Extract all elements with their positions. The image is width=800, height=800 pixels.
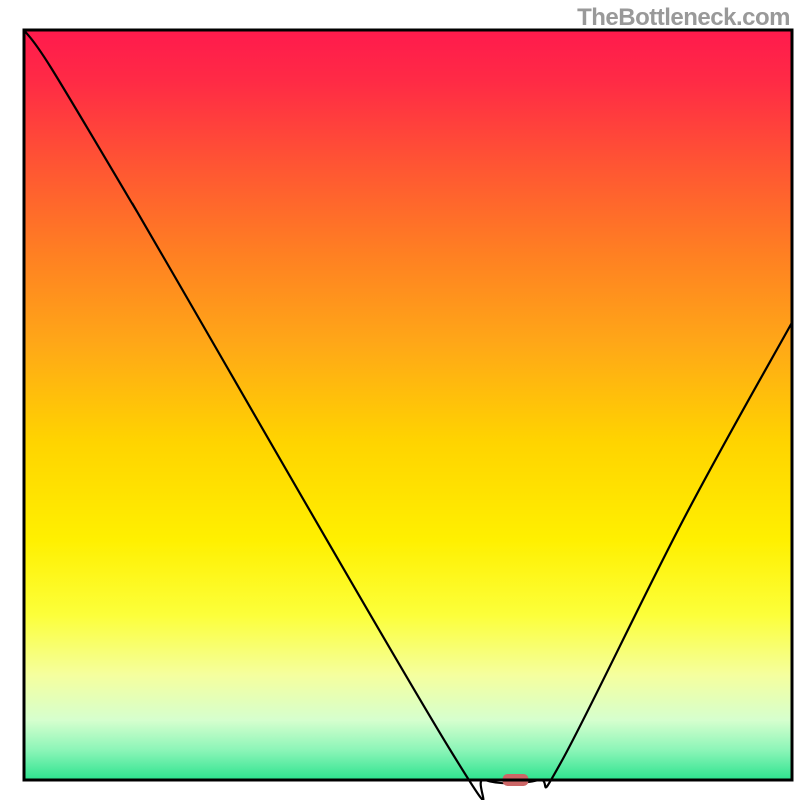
gradient-background xyxy=(24,30,792,780)
plot-area xyxy=(24,30,792,800)
watermark-text: TheBottleneck.com xyxy=(577,4,790,32)
bottleneck-chart xyxy=(0,0,800,800)
chart-container: TheBottleneck.com xyxy=(0,0,800,800)
